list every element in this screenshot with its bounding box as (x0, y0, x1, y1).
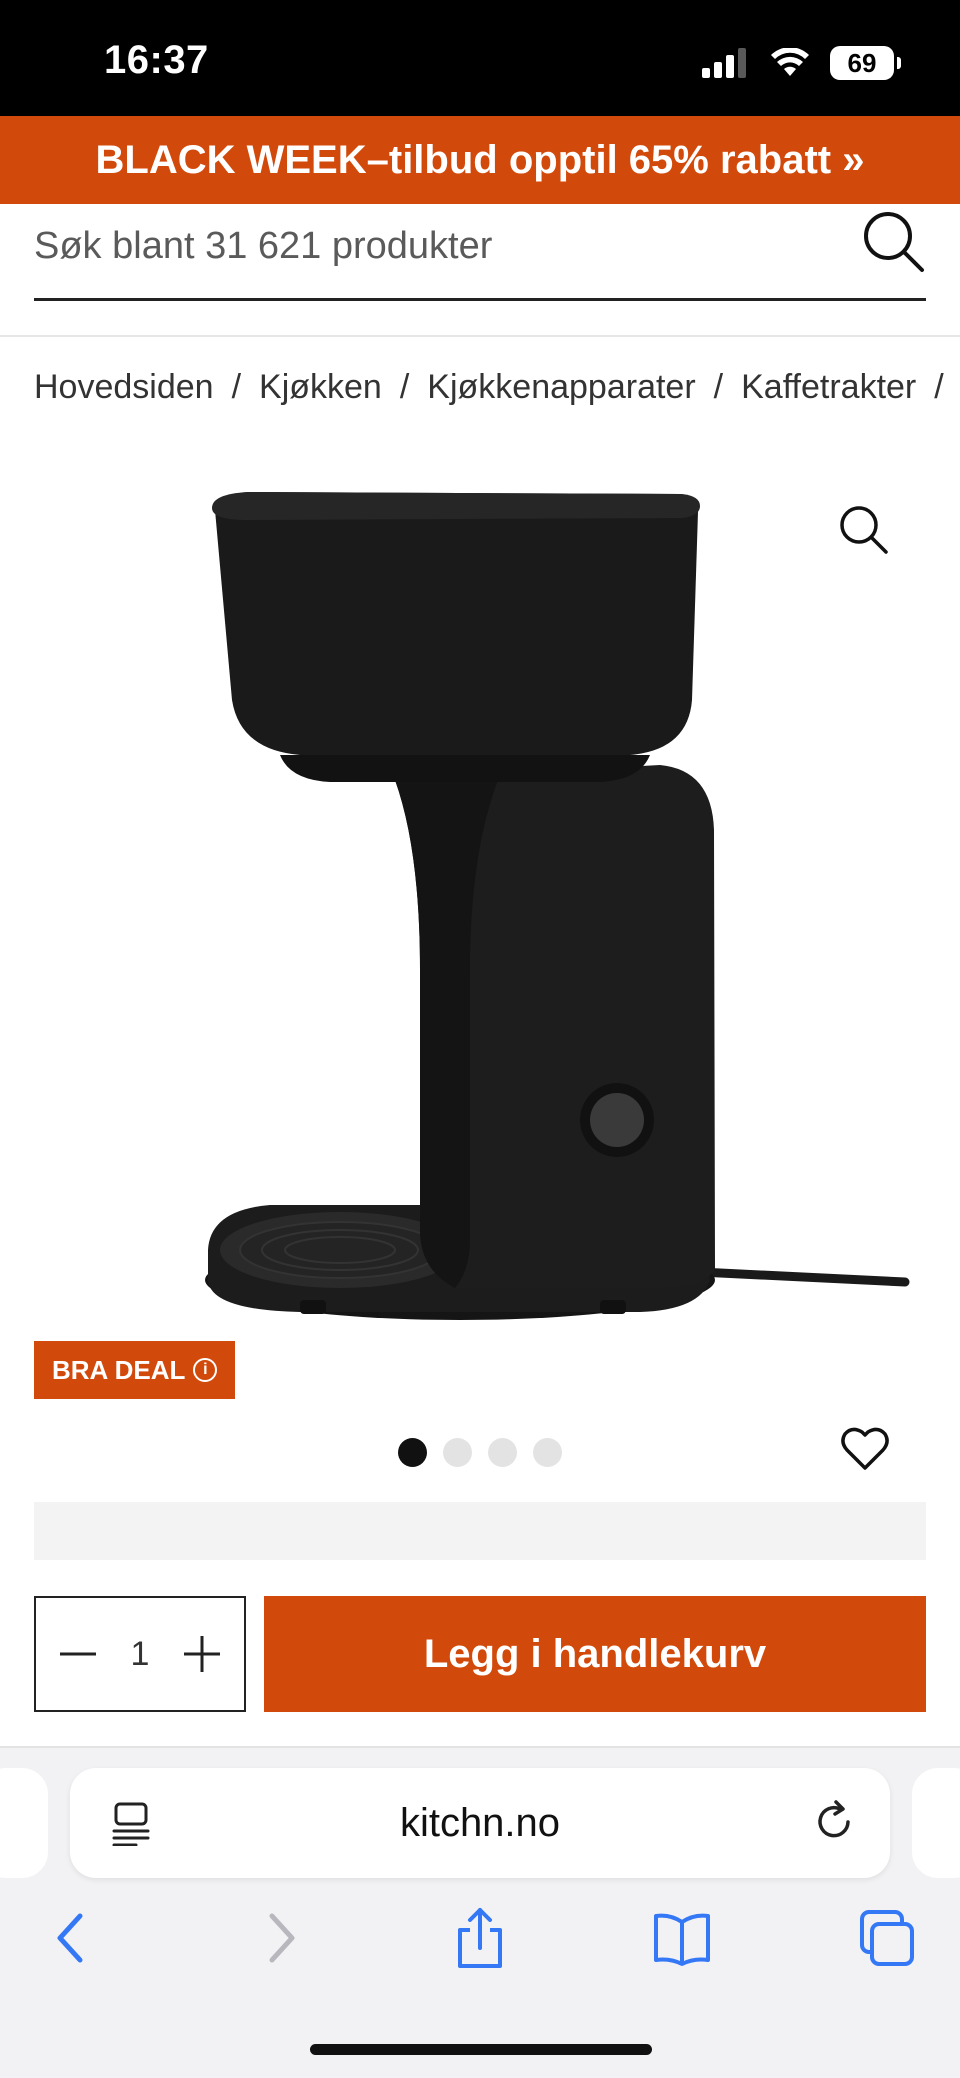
minus-icon[interactable] (56, 1632, 100, 1676)
heart-icon[interactable] (840, 1424, 890, 1474)
breadcrumb-separator: / (399, 368, 410, 406)
home-indicator[interactable] (310, 2044, 652, 2055)
breadcrumb-home[interactable]: Hovedsiden (34, 368, 214, 407)
back-icon[interactable] (42, 1906, 102, 1970)
url-text: kitchn.no (399, 1800, 561, 1845)
add-to-cart-button[interactable]: Legg i handlekurv (264, 1596, 926, 1712)
promo-banner[interactable]: BLACK WEEK–tilbud opptil 65% rabatt » (0, 116, 960, 204)
breadcrumb: Hovedsiden / Kjøkken / Kjøkkenapparater … (34, 368, 960, 407)
breadcrumb-separator: / (231, 368, 242, 406)
battery-indicator: 69 (830, 46, 901, 80)
price-placeholder (34, 1502, 926, 1560)
forward-icon[interactable] (250, 1906, 310, 1970)
reload-icon[interactable] (810, 1798, 858, 1846)
breadcrumb-separator: / (713, 368, 724, 406)
wifi-icon (771, 48, 809, 76)
deal-badge[interactable]: BRA DEAL i (34, 1341, 236, 1399)
pagination-dot[interactable] (488, 1438, 517, 1467)
product-image[interactable] (0, 450, 960, 1410)
breadcrumb-separator: / (934, 368, 944, 406)
pagination-dot[interactable] (443, 1438, 472, 1467)
quantity-value[interactable]: 1 (131, 1635, 150, 1674)
status-time: 16:37 (104, 38, 209, 82)
tabs-icon[interactable] (858, 1906, 918, 1970)
breadcrumb-appliances[interactable]: Kjøkkenapparater (427, 368, 695, 407)
pagination-dot[interactable] (398, 1438, 427, 1467)
plus-icon[interactable] (180, 1632, 224, 1676)
browser-nav-toolbar (0, 1906, 960, 1976)
share-icon[interactable] (450, 1906, 510, 1970)
status-bar: 16:37 69 (0, 0, 960, 116)
next-tab-preview[interactable] (912, 1768, 960, 1878)
status-icons: 69 (702, 46, 901, 80)
signal-icon (702, 48, 746, 78)
bookmarks-icon[interactable] (652, 1906, 712, 1970)
breadcrumb-coffee-makers[interactable]: Kaffetrakter (741, 368, 916, 407)
zoom-icon[interactable] (836, 502, 892, 558)
header-divider (0, 335, 960, 337)
search-icon[interactable] (858, 206, 928, 276)
search-bar (34, 204, 926, 301)
info-icon: i (193, 1358, 218, 1382)
image-pagination (398, 1438, 562, 1467)
deal-badge-label: BRA DEAL (52, 1354, 186, 1385)
quantity-stepper: 1 (34, 1596, 246, 1712)
previous-tab-preview[interactable] (0, 1768, 48, 1878)
address-bar[interactable]: kitchn.no (70, 1768, 890, 1878)
pagination-dot[interactable] (533, 1438, 562, 1467)
search-input[interactable] (34, 218, 834, 274)
breadcrumb-kitchen[interactable]: Kjøkken (259, 368, 382, 407)
